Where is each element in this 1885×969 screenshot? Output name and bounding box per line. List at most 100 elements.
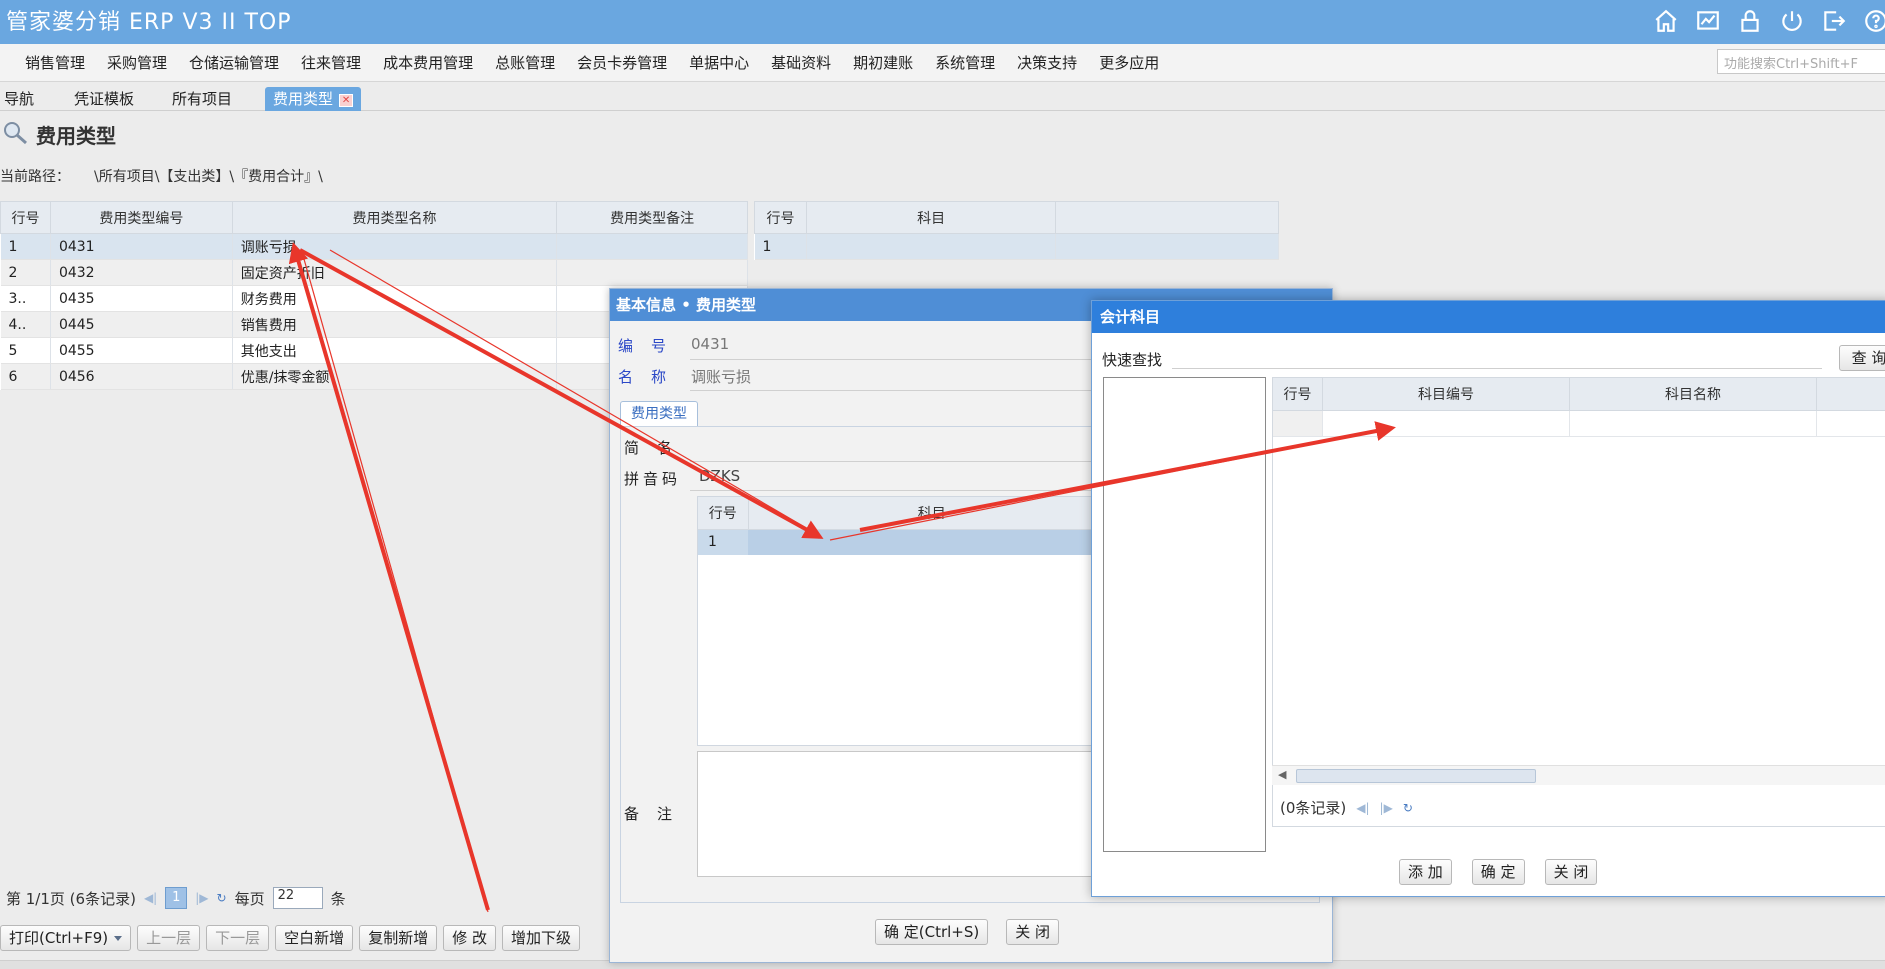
query-button[interactable]: 查 询 <box>1839 345 1885 371</box>
col-expense-name[interactable]: 费用类型名称 <box>231 201 558 234</box>
col-expense-remark[interactable]: 费用类型备注 <box>556 201 748 234</box>
refresh-icon[interactable]: ↻ <box>217 891 227 905</box>
dialog-title: 会计科目 <box>1092 301 1885 333</box>
power-icon[interactable] <box>1777 6 1807 36</box>
menu-documents[interactable]: 单据中心 <box>678 44 760 82</box>
col-subject-name[interactable]: 科目名称 <box>1569 378 1817 411</box>
col-subject-code[interactable]: 科目编号 <box>1322 378 1571 411</box>
search-magnifier-icon <box>4 122 27 145</box>
logout-icon[interactable] <box>1819 6 1849 36</box>
menu-decision[interactable]: 决策支持 <box>1006 44 1088 82</box>
table-row[interactable]: 1 0431 调账亏损 <box>0 233 748 260</box>
menu-basic-data[interactable]: 基础资料 <box>760 44 842 82</box>
add-button[interactable]: 添 加 <box>1399 859 1452 885</box>
cell-code: 0455 <box>50 337 233 364</box>
remark-textarea[interactable] <box>697 751 1117 877</box>
cell-empty <box>1816 410 1885 437</box>
function-search-input[interactable]: 功能搜索Ctrl+Shift+F <box>1717 49 1885 74</box>
menu-more[interactable]: 更多应用 <box>1088 44 1170 82</box>
short-name-label: 简名 <box>624 439 691 457</box>
prev-page-icon[interactable]: ◀︎| <box>1356 801 1369 815</box>
col-row-number[interactable]: 行号 <box>698 497 749 530</box>
refresh-icon[interactable]: ↻ <box>1403 801 1413 815</box>
tab-voucher-template[interactable]: 凭证模板 <box>72 87 136 111</box>
col-empty <box>1055 201 1279 234</box>
blank-new-button[interactable]: 空白新增 <box>275 925 354 951</box>
scroll-left-icon[interactable]: ◀ <box>1278 768 1286 781</box>
confirm-button[interactable]: 确 定 <box>1471 859 1525 885</box>
table-row[interactable] <box>1273 410 1885 437</box>
tab-expense-type[interactable]: 费用类型 <box>620 401 698 427</box>
col-subject[interactable]: 科目 <box>805 201 1057 234</box>
tab-expense-type[interactable]: 费用类型 ✕ <box>265 87 362 111</box>
cell-row-number <box>1273 410 1324 437</box>
menu-ledger[interactable]: 总账管理 <box>484 44 566 82</box>
col-row-number[interactable]: 行号 <box>754 201 807 234</box>
confirm-save-button[interactable]: 确 定(Ctrl+S) <box>875 919 989 945</box>
close-button[interactable]: 关 闭 <box>1544 859 1598 885</box>
cell-row-number: 1 <box>754 233 807 260</box>
page-info: 第 1/1页 (6条记录) <box>6 889 136 908</box>
print-button[interactable]: 打印(Ctrl+F9) <box>0 925 132 951</box>
help-icon[interactable] <box>1861 6 1885 36</box>
close-icon[interactable]: ✕ <box>339 94 354 107</box>
horizontal-scrollbar[interactable]: ◀ <box>1272 765 1885 785</box>
tab-all-items[interactable]: 所有项目 <box>170 87 234 111</box>
col-subject[interactable]: 科目 <box>748 497 1116 530</box>
menu-sales[interactable]: 销售管理 <box>14 44 96 82</box>
copy-new-button[interactable]: 复制新增 <box>359 925 438 951</box>
up-level-button[interactable]: 上一层 <box>137 925 201 951</box>
col-empty <box>1816 378 1885 411</box>
menu-member[interactable]: 会员卡券管理 <box>566 44 678 82</box>
modify-button[interactable]: 修 改 <box>443 925 496 951</box>
next-page-icon[interactable]: |▶︎ <box>1380 801 1393 815</box>
code-value: 0431 <box>691 335 730 353</box>
dialog-footer: 确 定(Ctrl+S) 关 闭 <box>875 919 1060 945</box>
cell-empty <box>1055 233 1279 260</box>
col-row-number[interactable]: 行号 <box>0 201 51 234</box>
col-row-number[interactable]: 行号 <box>1273 378 1324 411</box>
cell-row-number: 2 <box>0 259 51 286</box>
cell-code: 0432 <box>50 259 233 286</box>
path-label: 当前路径： <box>0 169 70 185</box>
cell-subject[interactable] <box>748 529 1116 555</box>
cell-row-number: 6 <box>0 363 51 390</box>
home-icon[interactable] <box>1651 6 1681 36</box>
title-bar: 管家婆分销 ERP V3 II TOP <box>0 0 1885 44</box>
per-page-input[interactable]: 22 <box>272 887 323 909</box>
pinyin-value[interactable]: DZKS <box>699 467 740 485</box>
menu-warehouse[interactable]: 仓储运输管理 <box>178 44 290 82</box>
chevron-down-icon <box>114 936 123 941</box>
table-row[interactable]: 1 <box>698 529 1116 555</box>
menu-opening[interactable]: 期初建账 <box>842 44 924 82</box>
app-title: 管家婆分销 ERP V3 II TOP <box>6 10 292 35</box>
menu-cost[interactable]: 成本费用管理 <box>372 44 484 82</box>
table-row[interactable]: 1 <box>754 233 1279 260</box>
cell-row-number: 3.. <box>0 285 51 312</box>
menu-system[interactable]: 系统管理 <box>924 44 1006 82</box>
subject-table: 行号 科目 1 <box>754 201 1279 260</box>
menu-purchase[interactable]: 采购管理 <box>96 44 178 82</box>
next-page-icon[interactable]: |▶︎ <box>195 891 208 905</box>
tab-navigation[interactable]: 导航 <box>2 87 36 111</box>
lock-icon[interactable] <box>1735 6 1765 36</box>
name-value[interactable]: 调账亏损 <box>691 366 751 387</box>
menu-items: 销售管理 采购管理 仓储运输管理 往来管理 成本费用管理 总账管理 会员卡券管理… <box>14 44 1170 82</box>
subject-tree[interactable] <box>1103 377 1266 852</box>
col-expense-code[interactable]: 费用类型编号 <box>49 201 233 234</box>
cell-code: 0456 <box>50 363 233 390</box>
prev-page-icon[interactable]: ◀︎| <box>144 891 157 905</box>
current-page-button[interactable]: 1 <box>165 887 188 909</box>
quick-search-input[interactable] <box>1172 345 1822 369</box>
cell-name: 其他支出 <box>232 337 558 364</box>
page-title: 费用类型 <box>36 124 116 148</box>
menu-accounts[interactable]: 往来管理 <box>290 44 372 82</box>
table-row[interactable]: 2 0432 固定资产折旧 <box>0 259 748 286</box>
chart-icon[interactable] <box>1693 6 1723 36</box>
scrollbar-thumb[interactable] <box>1296 769 1536 783</box>
cell-row-number: 1 <box>698 529 748 555</box>
add-sub-button[interactable]: 增加下级 <box>501 925 580 951</box>
close-button[interactable]: 关 闭 <box>1006 919 1060 945</box>
down-level-button[interactable]: 下一层 <box>206 925 270 951</box>
per-page-unit: 条 <box>330 889 346 908</box>
